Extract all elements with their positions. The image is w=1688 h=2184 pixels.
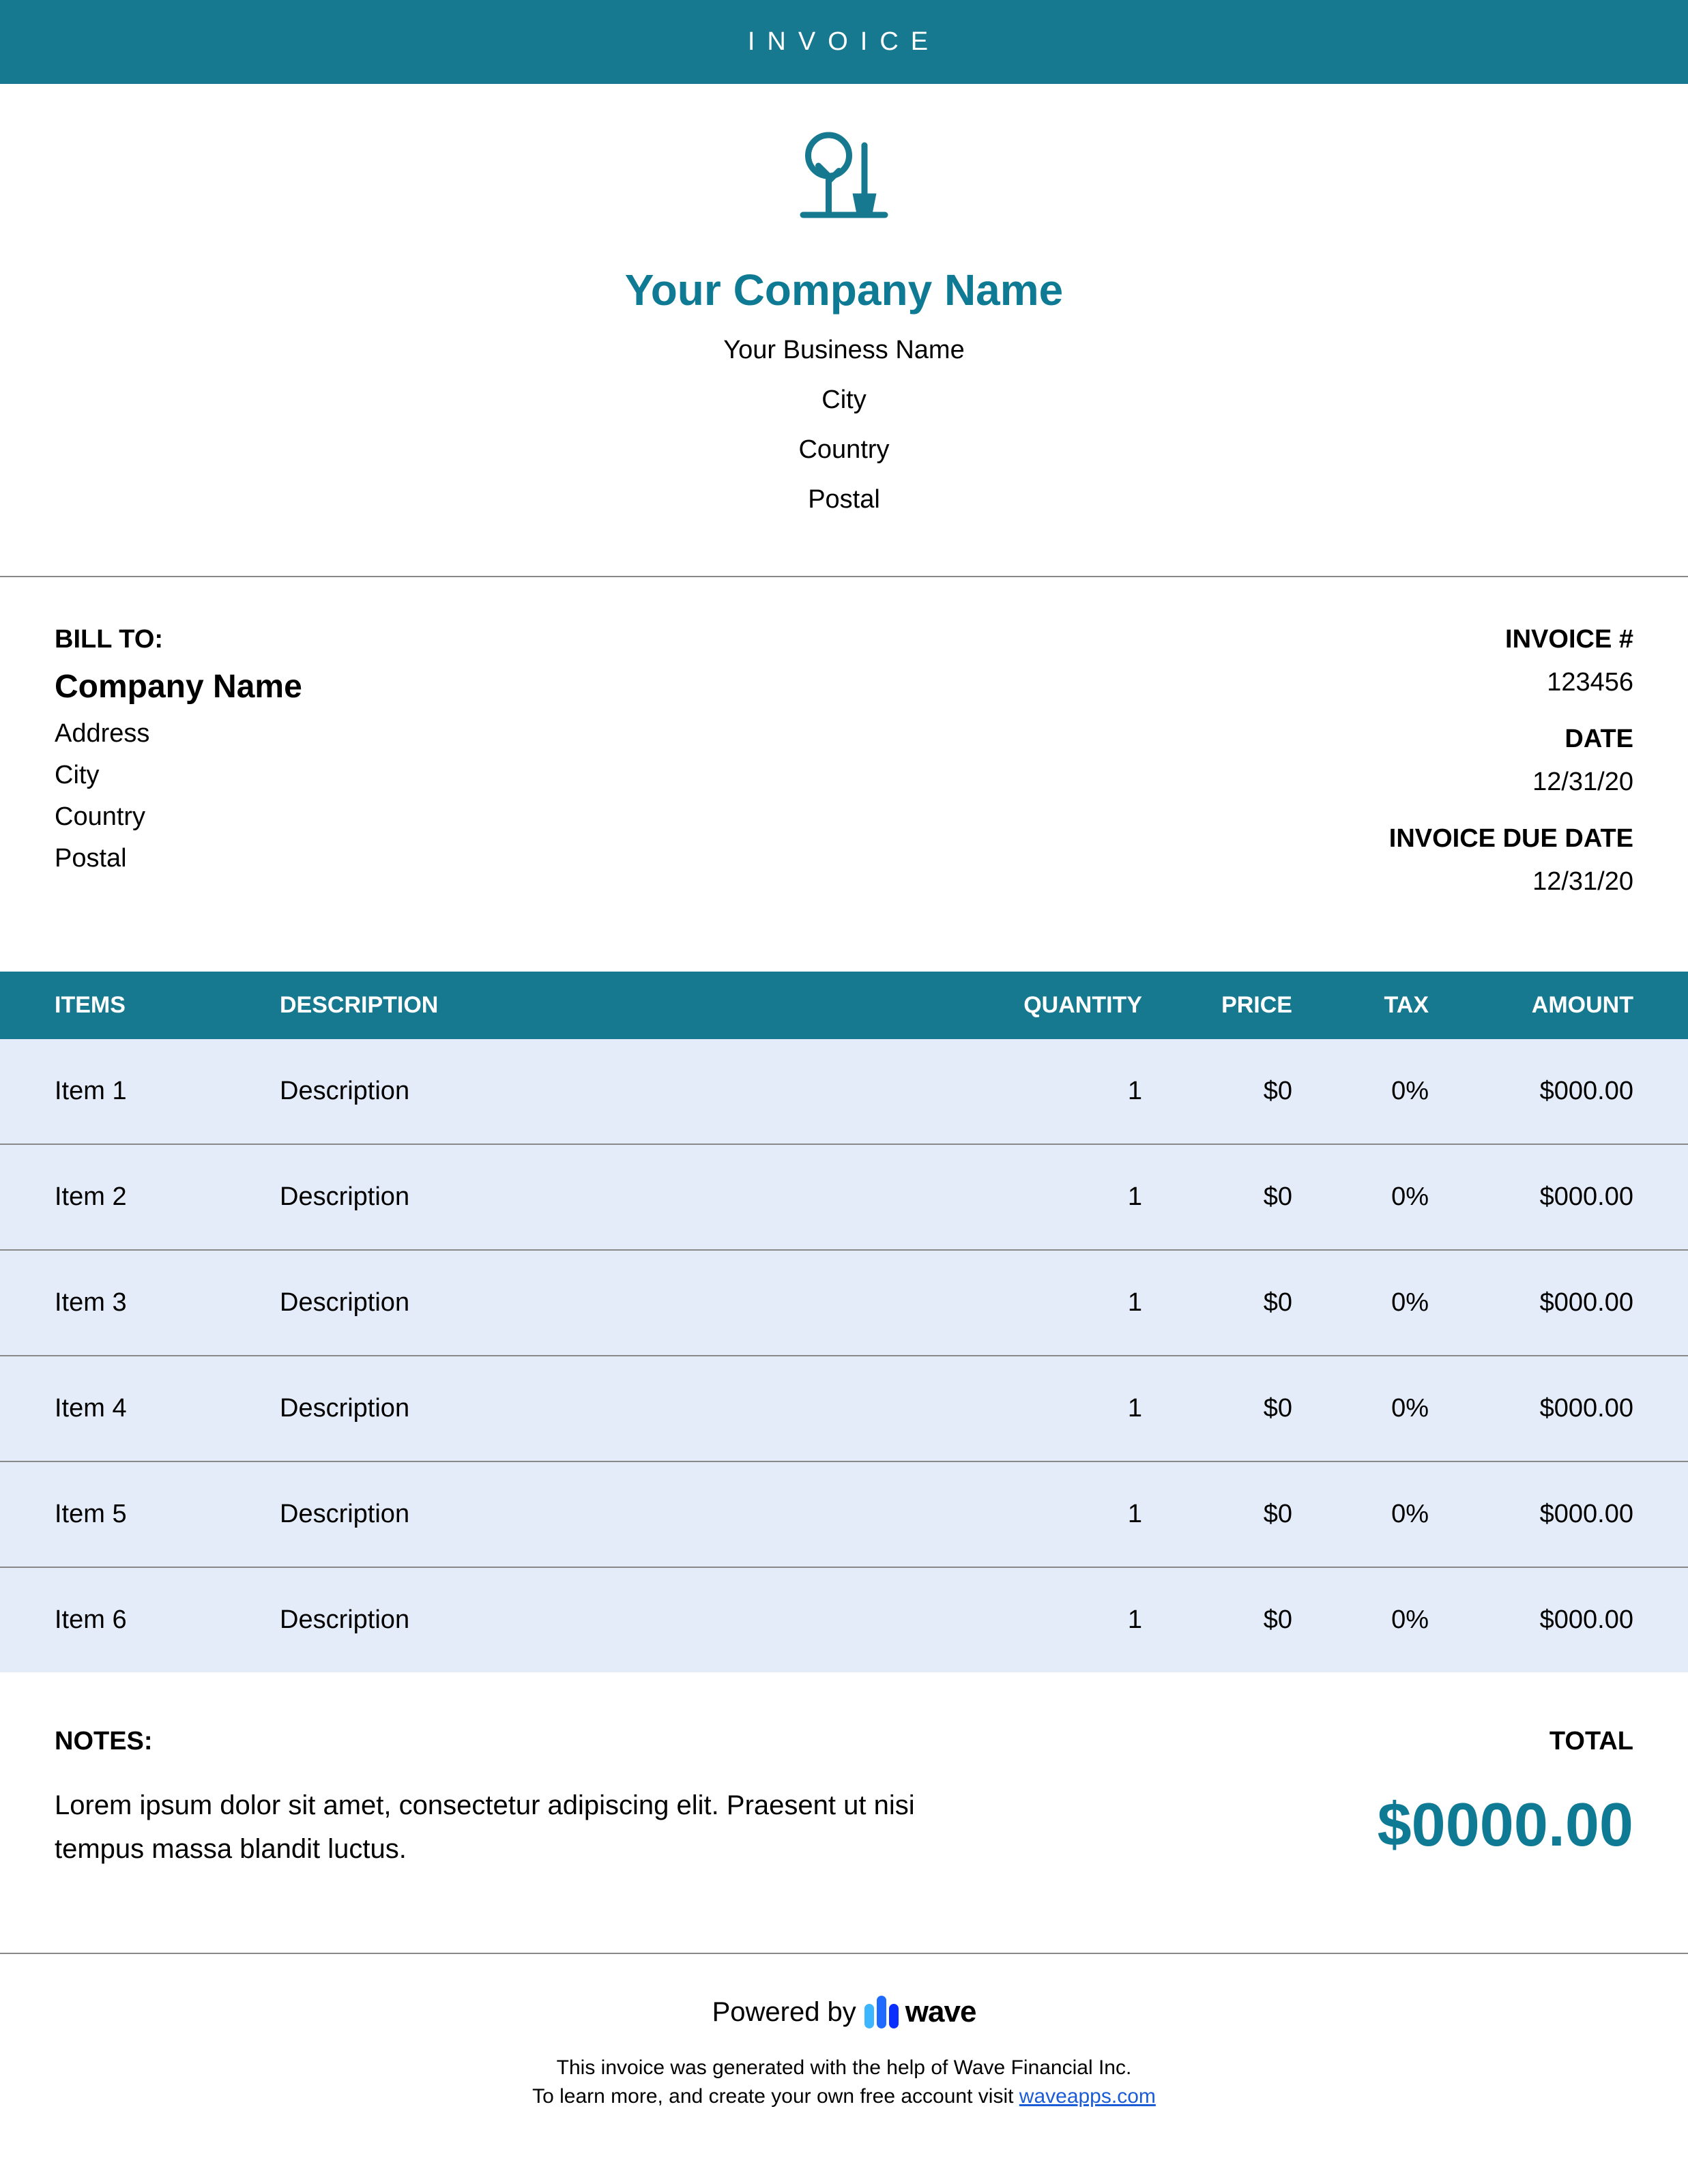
bill-to-block: BILL TO: Company Name Address City Count… bbox=[55, 625, 302, 924]
company-postal: Postal bbox=[0, 485, 1688, 514]
waveapps-link[interactable]: waveapps.com bbox=[1019, 2085, 1156, 2108]
cell-tax: 0% bbox=[1292, 1288, 1429, 1317]
cell-amount: $000.00 bbox=[1429, 1288, 1633, 1317]
notes-block: NOTES: Lorem ipsum dolor sit amet, conse… bbox=[55, 1727, 942, 1871]
cell-price: $0 bbox=[1142, 1500, 1292, 1529]
bill-to-city: City bbox=[55, 761, 302, 790]
cell-description: Description bbox=[280, 1394, 972, 1423]
invoice-date: 12/31/20 bbox=[1389, 768, 1633, 797]
cell-quantity: 1 bbox=[972, 1077, 1142, 1106]
cell-amount: $000.00 bbox=[1429, 1182, 1633, 1212]
bill-to-postal: Postal bbox=[55, 844, 302, 873]
total-label: TOTAL bbox=[1378, 1727, 1633, 1756]
cell-price: $0 bbox=[1142, 1182, 1292, 1212]
summary-section: NOTES: Lorem ipsum dolor sit amet, conse… bbox=[0, 1672, 1688, 1953]
cell-amount: $000.00 bbox=[1429, 1500, 1633, 1529]
business-name: Your Business Name bbox=[0, 336, 1688, 365]
cell-tax: 0% bbox=[1292, 1394, 1429, 1423]
bill-to-label: BILL TO: bbox=[55, 625, 302, 654]
col-amount-header: AMOUNT bbox=[1429, 992, 1633, 1019]
cell-quantity: 1 bbox=[972, 1605, 1142, 1635]
cell-price: $0 bbox=[1142, 1077, 1292, 1106]
invoice-header: Your Company Name Your Business Name Cit… bbox=[0, 84, 1688, 576]
cell-tax: 0% bbox=[1292, 1500, 1429, 1529]
cell-description: Description bbox=[280, 1182, 972, 1212]
col-quantity-header: QUANTITY bbox=[972, 992, 1142, 1019]
company-logo-icon bbox=[793, 125, 895, 231]
cell-item: Item 4 bbox=[55, 1394, 280, 1423]
cell-item: Item 2 bbox=[55, 1182, 280, 1212]
cell-quantity: 1 bbox=[972, 1182, 1142, 1212]
cell-item: Item 3 bbox=[55, 1288, 280, 1317]
col-tax-header: TAX bbox=[1292, 992, 1429, 1019]
company-name: Your Company Name bbox=[0, 265, 1688, 315]
cell-description: Description bbox=[280, 1500, 972, 1529]
table-row: Item 5Description1$00%$000.00 bbox=[0, 1462, 1688, 1568]
col-description-header: DESCRIPTION bbox=[280, 992, 972, 1019]
cell-price: $0 bbox=[1142, 1288, 1292, 1317]
cell-item: Item 6 bbox=[55, 1605, 280, 1635]
table-body: Item 1Description1$00%$000.00Item 2Descr… bbox=[0, 1039, 1688, 1672]
footer: Powered by wave This invoice was generat… bbox=[0, 1954, 1688, 2182]
footer-line-2-text: To learn more, and create your own free … bbox=[532, 2085, 1019, 2108]
cell-quantity: 1 bbox=[972, 1394, 1142, 1423]
bill-to-country: Country bbox=[55, 802, 302, 832]
bill-to-address: Address bbox=[55, 719, 302, 748]
table-row: Item 6Description1$00%$000.00 bbox=[0, 1568, 1688, 1672]
bill-to-company: Company Name bbox=[55, 668, 302, 705]
cell-amount: $000.00 bbox=[1429, 1605, 1633, 1635]
notes-label: NOTES: bbox=[55, 1727, 942, 1756]
invoice-due-date: 12/31/20 bbox=[1389, 867, 1633, 897]
total-amount: $0000.00 bbox=[1378, 1790, 1633, 1861]
col-price-header: PRICE bbox=[1142, 992, 1292, 1019]
invoice-info-block: INVOICE # 123456 DATE 12/31/20 INVOICE D… bbox=[1389, 625, 1633, 924]
company-country: Country bbox=[0, 435, 1688, 465]
table-row: Item 2Description1$00%$000.00 bbox=[0, 1145, 1688, 1251]
cell-tax: 0% bbox=[1292, 1077, 1429, 1106]
cell-tax: 0% bbox=[1292, 1605, 1429, 1635]
cell-description: Description bbox=[280, 1077, 972, 1106]
date-label: DATE bbox=[1389, 725, 1633, 754]
wave-brand-text: wave bbox=[905, 1995, 976, 2029]
table-row: Item 4Description1$00%$000.00 bbox=[0, 1356, 1688, 1462]
cell-price: $0 bbox=[1142, 1605, 1292, 1635]
table-row: Item 3Description1$00%$000.00 bbox=[0, 1251, 1688, 1356]
wave-logo-icon: wave bbox=[864, 1995, 976, 2029]
cell-quantity: 1 bbox=[972, 1288, 1142, 1317]
footer-line-2: To learn more, and create your own free … bbox=[0, 2085, 1688, 2108]
cell-quantity: 1 bbox=[972, 1500, 1142, 1529]
cell-amount: $000.00 bbox=[1429, 1394, 1633, 1423]
cell-item: Item 5 bbox=[55, 1500, 280, 1529]
cell-item: Item 1 bbox=[55, 1077, 280, 1106]
table-header: ITEMS DESCRIPTION QUANTITY PRICE TAX AMO… bbox=[0, 972, 1688, 1039]
powered-by-text: Powered by bbox=[712, 1997, 856, 2028]
col-items-header: ITEMS bbox=[55, 992, 280, 1019]
company-city: City bbox=[0, 385, 1688, 415]
cell-description: Description bbox=[280, 1605, 972, 1635]
notes-text: Lorem ipsum dolor sit amet, consectetur … bbox=[55, 1783, 942, 1871]
table-row: Item 1Description1$00%$000.00 bbox=[0, 1039, 1688, 1145]
invoice-meta: BILL TO: Company Name Address City Count… bbox=[0, 577, 1688, 972]
invoice-banner: INVOICE bbox=[0, 0, 1688, 84]
total-block: TOTAL $0000.00 bbox=[1378, 1727, 1633, 1871]
invoice-number: 123456 bbox=[1389, 668, 1633, 697]
invoice-number-label: INVOICE # bbox=[1389, 625, 1633, 654]
cell-amount: $000.00 bbox=[1429, 1077, 1633, 1106]
cell-price: $0 bbox=[1142, 1394, 1292, 1423]
due-date-label: INVOICE DUE DATE bbox=[1389, 824, 1633, 854]
powered-by: Powered by wave bbox=[0, 1995, 1688, 2029]
cell-description: Description bbox=[280, 1288, 972, 1317]
footer-line-1: This invoice was generated with the help… bbox=[0, 2056, 1688, 2080]
cell-tax: 0% bbox=[1292, 1182, 1429, 1212]
